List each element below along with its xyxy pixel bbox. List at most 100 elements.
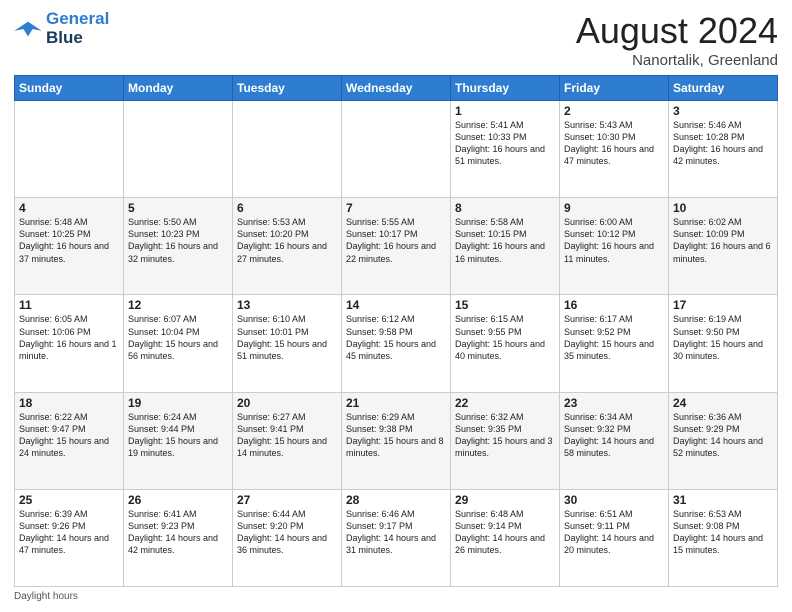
calendar-cell	[342, 101, 451, 198]
calendar-cell: 18Sunrise: 6:22 AM Sunset: 9:47 PM Dayli…	[15, 392, 124, 489]
calendar-cell: 23Sunrise: 6:34 AM Sunset: 9:32 PM Dayli…	[560, 392, 669, 489]
logo: General Blue	[14, 10, 109, 47]
cell-daylight-info: Sunrise: 6:46 AM Sunset: 9:17 PM Dayligh…	[346, 508, 446, 557]
day-number: 16	[564, 298, 664, 312]
calendar-cell: 2Sunrise: 5:43 AM Sunset: 10:30 PM Dayli…	[560, 101, 669, 198]
cell-daylight-info: Sunrise: 5:48 AM Sunset: 10:25 PM Daylig…	[19, 216, 119, 265]
cell-daylight-info: Sunrise: 6:44 AM Sunset: 9:20 PM Dayligh…	[237, 508, 337, 557]
day-number: 12	[128, 298, 228, 312]
calendar-cell: 4Sunrise: 5:48 AM Sunset: 10:25 PM Dayli…	[15, 198, 124, 295]
cell-daylight-info: Sunrise: 6:17 AM Sunset: 9:52 PM Dayligh…	[564, 313, 664, 362]
calendar-header-saturday: Saturday	[669, 76, 778, 101]
logo-bird-icon	[14, 18, 42, 40]
calendar-week-3: 11Sunrise: 6:05 AM Sunset: 10:06 PM Dayl…	[15, 295, 778, 392]
calendar-cell: 11Sunrise: 6:05 AM Sunset: 10:06 PM Dayl…	[15, 295, 124, 392]
calendar-cell: 3Sunrise: 5:46 AM Sunset: 10:28 PM Dayli…	[669, 101, 778, 198]
cell-daylight-info: Sunrise: 5:58 AM Sunset: 10:15 PM Daylig…	[455, 216, 555, 265]
day-number: 21	[346, 396, 446, 410]
calendar-week-5: 25Sunrise: 6:39 AM Sunset: 9:26 PM Dayli…	[15, 489, 778, 586]
day-number: 13	[237, 298, 337, 312]
cell-daylight-info: Sunrise: 6:05 AM Sunset: 10:06 PM Daylig…	[19, 313, 119, 362]
day-number: 25	[19, 493, 119, 507]
cell-daylight-info: Sunrise: 5:43 AM Sunset: 10:30 PM Daylig…	[564, 119, 664, 168]
location: Nanortalik, Greenland	[576, 52, 778, 69]
cell-daylight-info: Sunrise: 6:29 AM Sunset: 9:38 PM Dayligh…	[346, 411, 446, 460]
calendar-cell: 28Sunrise: 6:46 AM Sunset: 9:17 PM Dayli…	[342, 489, 451, 586]
day-number: 29	[455, 493, 555, 507]
cell-daylight-info: Sunrise: 6:10 AM Sunset: 10:01 PM Daylig…	[237, 313, 337, 362]
day-number: 14	[346, 298, 446, 312]
calendar-cell: 25Sunrise: 6:39 AM Sunset: 9:26 PM Dayli…	[15, 489, 124, 586]
calendar-cell: 6Sunrise: 5:53 AM Sunset: 10:20 PM Dayli…	[233, 198, 342, 295]
day-number: 19	[128, 396, 228, 410]
calendar-week-1: 1Sunrise: 5:41 AM Sunset: 10:33 PM Dayli…	[15, 101, 778, 198]
day-number: 20	[237, 396, 337, 410]
calendar-week-4: 18Sunrise: 6:22 AM Sunset: 9:47 PM Dayli…	[15, 392, 778, 489]
day-number: 28	[346, 493, 446, 507]
calendar-cell: 16Sunrise: 6:17 AM Sunset: 9:52 PM Dayli…	[560, 295, 669, 392]
day-number: 31	[673, 493, 773, 507]
cell-daylight-info: Sunrise: 5:50 AM Sunset: 10:23 PM Daylig…	[128, 216, 228, 265]
calendar-cell	[124, 101, 233, 198]
cell-daylight-info: Sunrise: 6:39 AM Sunset: 9:26 PM Dayligh…	[19, 508, 119, 557]
title-block: August 2024 Nanortalik, Greenland	[576, 10, 778, 69]
calendar-cell: 26Sunrise: 6:41 AM Sunset: 9:23 PM Dayli…	[124, 489, 233, 586]
day-number: 27	[237, 493, 337, 507]
calendar-cell: 19Sunrise: 6:24 AM Sunset: 9:44 PM Dayli…	[124, 392, 233, 489]
cell-daylight-info: Sunrise: 6:00 AM Sunset: 10:12 PM Daylig…	[564, 216, 664, 265]
logo-text: General Blue	[46, 10, 109, 47]
cell-daylight-info: Sunrise: 6:41 AM Sunset: 9:23 PM Dayligh…	[128, 508, 228, 557]
cell-daylight-info: Sunrise: 6:24 AM Sunset: 9:44 PM Dayligh…	[128, 411, 228, 460]
calendar-cell: 15Sunrise: 6:15 AM Sunset: 9:55 PM Dayli…	[451, 295, 560, 392]
calendar-cell: 31Sunrise: 6:53 AM Sunset: 9:08 PM Dayli…	[669, 489, 778, 586]
footer-note: Daylight hours	[14, 591, 778, 602]
calendar-header-tuesday: Tuesday	[233, 76, 342, 101]
day-number: 17	[673, 298, 773, 312]
calendar-cell: 5Sunrise: 5:50 AM Sunset: 10:23 PM Dayli…	[124, 198, 233, 295]
calendar-week-2: 4Sunrise: 5:48 AM Sunset: 10:25 PM Dayli…	[15, 198, 778, 295]
day-number: 26	[128, 493, 228, 507]
day-number: 7	[346, 201, 446, 215]
cell-daylight-info: Sunrise: 5:46 AM Sunset: 10:28 PM Daylig…	[673, 119, 773, 168]
cell-daylight-info: Sunrise: 6:22 AM Sunset: 9:47 PM Dayligh…	[19, 411, 119, 460]
day-number: 4	[19, 201, 119, 215]
cell-daylight-info: Sunrise: 6:07 AM Sunset: 10:04 PM Daylig…	[128, 313, 228, 362]
calendar-cell: 29Sunrise: 6:48 AM Sunset: 9:14 PM Dayli…	[451, 489, 560, 586]
cell-daylight-info: Sunrise: 6:53 AM Sunset: 9:08 PM Dayligh…	[673, 508, 773, 557]
calendar-cell: 14Sunrise: 6:12 AM Sunset: 9:58 PM Dayli…	[342, 295, 451, 392]
day-number: 22	[455, 396, 555, 410]
cell-daylight-info: Sunrise: 6:15 AM Sunset: 9:55 PM Dayligh…	[455, 313, 555, 362]
calendar-cell: 30Sunrise: 6:51 AM Sunset: 9:11 PM Dayli…	[560, 489, 669, 586]
cell-daylight-info: Sunrise: 6:02 AM Sunset: 10:09 PM Daylig…	[673, 216, 773, 265]
calendar-header-thursday: Thursday	[451, 76, 560, 101]
cell-daylight-info: Sunrise: 5:41 AM Sunset: 10:33 PM Daylig…	[455, 119, 555, 168]
cell-daylight-info: Sunrise: 6:51 AM Sunset: 9:11 PM Dayligh…	[564, 508, 664, 557]
calendar-header-sunday: Sunday	[15, 76, 124, 101]
calendar-cell: 22Sunrise: 6:32 AM Sunset: 9:35 PM Dayli…	[451, 392, 560, 489]
calendar-cell: 13Sunrise: 6:10 AM Sunset: 10:01 PM Dayl…	[233, 295, 342, 392]
calendar-cell	[233, 101, 342, 198]
calendar-cell: 27Sunrise: 6:44 AM Sunset: 9:20 PM Dayli…	[233, 489, 342, 586]
calendar-cell: 9Sunrise: 6:00 AM Sunset: 10:12 PM Dayli…	[560, 198, 669, 295]
page: General Blue August 2024 Nanortalik, Gre…	[0, 0, 792, 612]
cell-daylight-info: Sunrise: 5:55 AM Sunset: 10:17 PM Daylig…	[346, 216, 446, 265]
cell-daylight-info: Sunrise: 5:53 AM Sunset: 10:20 PM Daylig…	[237, 216, 337, 265]
day-number: 10	[673, 201, 773, 215]
day-number: 15	[455, 298, 555, 312]
calendar-header-wednesday: Wednesday	[342, 76, 451, 101]
day-number: 6	[237, 201, 337, 215]
day-number: 8	[455, 201, 555, 215]
cell-daylight-info: Sunrise: 6:19 AM Sunset: 9:50 PM Dayligh…	[673, 313, 773, 362]
cell-daylight-info: Sunrise: 6:48 AM Sunset: 9:14 PM Dayligh…	[455, 508, 555, 557]
day-number: 9	[564, 201, 664, 215]
calendar-cell: 8Sunrise: 5:58 AM Sunset: 10:15 PM Dayli…	[451, 198, 560, 295]
day-number: 24	[673, 396, 773, 410]
day-number: 30	[564, 493, 664, 507]
day-number: 1	[455, 104, 555, 118]
day-number: 3	[673, 104, 773, 118]
day-number: 5	[128, 201, 228, 215]
calendar-header-monday: Monday	[124, 76, 233, 101]
calendar-cell	[15, 101, 124, 198]
month-title: August 2024	[576, 10, 778, 52]
calendar-cell: 17Sunrise: 6:19 AM Sunset: 9:50 PM Dayli…	[669, 295, 778, 392]
